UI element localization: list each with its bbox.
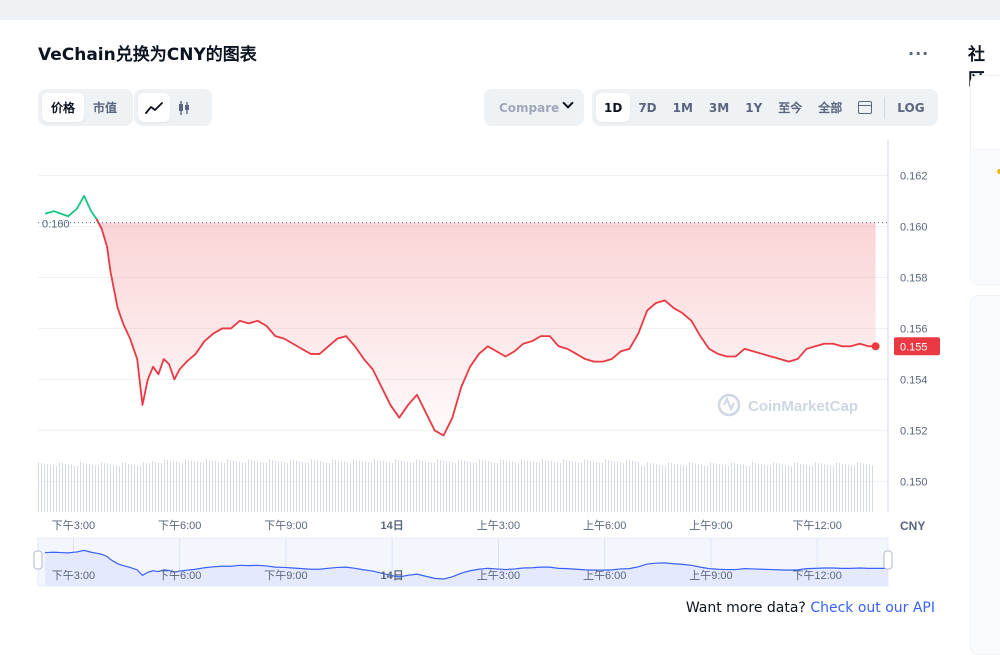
calendar-icon [858,101,873,114]
navigator-tick-label: 下午12:00 [792,569,842,582]
y-tick-label: 0.150 [900,476,928,488]
candlestick-button[interactable] [170,93,198,122]
navigator-handle-left[interactable] [33,550,43,570]
range-3m[interactable]: 3M [701,93,737,122]
range-1d[interactable]: 1D [596,93,631,122]
price-chart[interactable]: 0.160 0.155 CoinMarketCap 0.162 0.160 0.158… [0,140,1000,600]
x-tick-label: 下午6:00 [158,519,201,532]
x-tick-label: 下午12:00 [792,519,842,532]
navigator-tick-label: 上午3:00 [477,569,520,582]
y-tick-label: 0.158 [900,272,928,284]
x-tick-label: 下午9:00 [264,519,307,532]
range-ytd[interactable]: 至今 [770,93,810,122]
range-navigator[interactable]: 下午3:00 下午6:00 下午9:00 14日 上午3:00 上午6:00 上午9:00 下… [33,537,893,587]
current-price-label: 0.155 [900,341,928,353]
range-all[interactable]: 全部 [810,93,850,122]
x-tick-label: 上午3:00 [477,519,520,532]
currency-label: CNY [900,519,925,533]
x-tick-label: 下午3:00 [52,519,95,532]
navigator-tick-label: 14日 [381,569,404,582]
log-scale-button[interactable]: LOG [889,93,932,122]
navigator-tick-label: 上午9:00 [689,569,732,582]
open-price-label: 0.160 [42,219,70,231]
chart-type-tabs: 价格 市值 [38,89,133,126]
date-range-button[interactable] [850,93,880,122]
watermark: CoinMarketCap [717,393,858,417]
tab-market-cap[interactable]: 市值 [84,93,126,122]
compare-select[interactable]: Compare [484,89,584,126]
api-link[interactable]: Check out our API [810,600,935,616]
y-tick-label: 0.154 [900,374,928,386]
line-chart-icon [145,101,163,114]
navigator-tick-label: 下午9:00 [264,569,307,582]
y-tick-label: 0.160 [900,221,928,233]
navigator-tick-label: 下午3:00 [52,569,95,582]
api-promo: Want more data? Check out our API [0,600,935,616]
candlestick-icon [179,100,189,115]
y-tick-label: 0.152 [900,425,928,437]
api-promo-text: Want more data? [685,600,806,616]
navigator-handle-right[interactable] [883,550,893,570]
navigator-tick-label: 上午6:00 [583,569,626,582]
x-tick-label: 上午6:00 [583,519,626,532]
x-tick-label: 上午9:00 [689,519,732,532]
y-tick-label: 0.156 [900,323,928,335]
range-1m[interactable]: 1M [665,93,701,122]
navigator-tick-label: 下午6:00 [158,569,201,582]
divider [884,96,886,119]
more-options-icon[interactable]: ··· [908,44,929,63]
range-7d[interactable]: 7D [630,93,664,122]
page-title: VeChain兑换为CNY的图表 [38,45,257,65]
y-tick-label: 0.162 [900,170,928,182]
top-strip [0,0,1000,20]
compare-select-label: Compare [499,100,566,115]
time-range-tabs: 1D 7D 1M 3M 1Y 至今 全部 LOG [592,89,938,126]
chart-view-tabs [134,89,212,126]
current-price-dot [871,342,880,351]
x-tick-label: 14日 [381,519,404,532]
line-chart-button[interactable] [138,93,170,122]
range-1y[interactable]: 1Y [737,93,770,122]
tab-price[interactable]: 价格 [42,93,85,122]
watermark-text: CoinMarketCap [748,398,858,415]
